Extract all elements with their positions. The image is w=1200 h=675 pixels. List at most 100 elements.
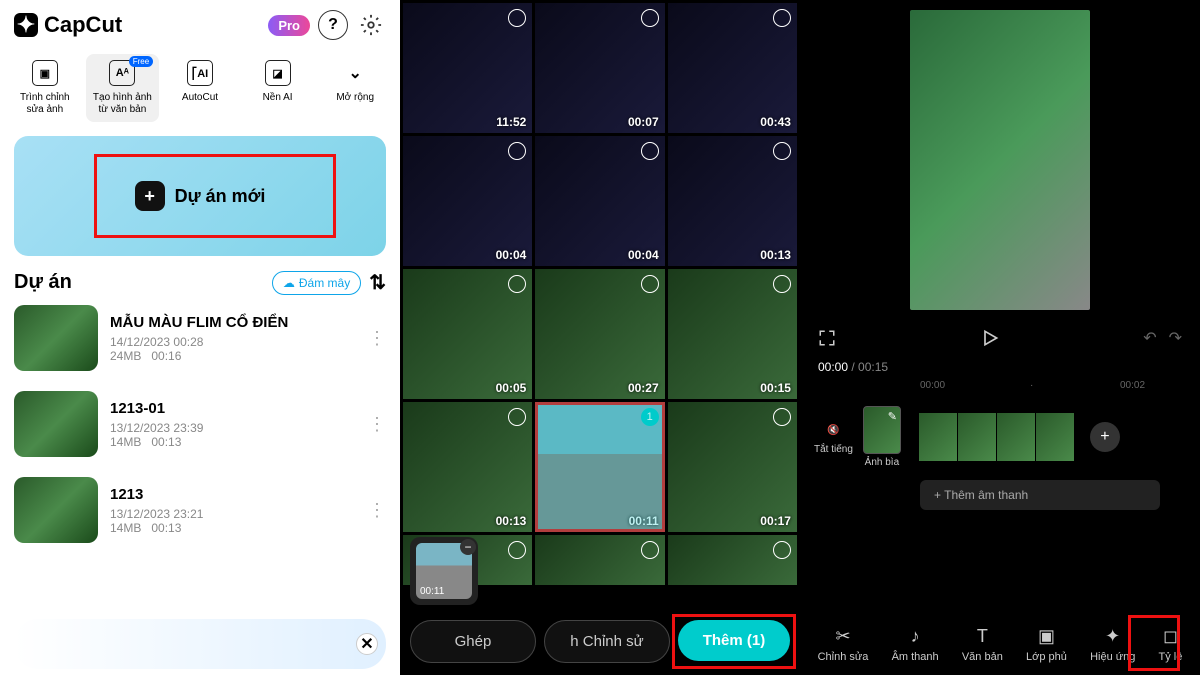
tool-hiệu-ứng[interactable]: ✦ Hiệu ứng [1084,621,1141,667]
play-icon[interactable] [980,328,1000,348]
fullscreen-icon[interactable] [818,329,836,347]
media-cell[interactable]: 11:52 [403,3,532,133]
select-circle[interactable] [773,9,791,27]
select-circle[interactable] [508,541,526,559]
media-cell[interactable]: 00:04 [535,136,664,266]
project-list: MẪU MÀU FLIM CỔ ĐIỂN 14/12/2023 00:28 24… [0,295,400,553]
tool-autocut[interactable]: ⎡AIAutoCut [163,54,237,122]
tool-label: Âm thanh [892,651,939,663]
tool-lớp-phủ[interactable]: ▣Lớp phủ [1020,621,1073,667]
media-cell[interactable]: 00:04 [403,136,532,266]
duration-label: 00:07 [628,115,659,129]
tool-icon: ♪ [911,625,920,647]
select-circle[interactable] [773,408,791,426]
project-title: 1213 [110,486,356,503]
preview-image[interactable] [910,10,1090,310]
more-icon[interactable]: ⋮ [368,500,386,521]
media-cell[interactable] [535,535,664,585]
add-audio-track[interactable]: + Thêm âm thanh [920,480,1160,510]
select-circle[interactable] [773,142,791,160]
select-circle[interactable] [508,275,526,293]
undo-icon[interactable]: ↶ [1143,328,1156,348]
add-clip-icon[interactable]: + [1090,422,1120,452]
more-icon[interactable]: ⋮ [368,328,386,349]
media-cell[interactable]: 00:07 [535,3,664,133]
select-circle[interactable] [773,541,791,559]
select-circle[interactable] [641,9,659,27]
project-item[interactable]: 1213-01 13/12/2023 23:39 14MB 00:13 ⋮ [0,381,400,467]
project-meta: 14MB 00:13 [110,521,356,535]
media-cell[interactable]: 00:13 [668,136,797,266]
media-picker: 11:5200:0700:4300:0400:0400:1300:0500:27… [400,0,800,675]
tool-icon: ✦ [1105,625,1120,647]
tool-label: Hiệu ứng [1090,651,1135,663]
cover-button[interactable]: ✎Ảnh bìa [863,406,901,468]
media-cell[interactable]: 00:13 [403,402,532,532]
help-icon[interactable]: ? [318,10,348,40]
select-circle[interactable] [508,408,526,426]
cloud-button[interactable]: ☁ Đám mây [272,271,361,295]
select-circle[interactable] [641,275,659,293]
duration-label: 00:04 [496,248,527,262]
project-title: 1213-01 [110,400,356,417]
new-project-label: Dự án mới [175,186,266,207]
media-cell[interactable]: 00:43 [668,3,797,133]
app-name: CapCut [44,12,122,38]
tool-label: Chỉnh sửa [818,651,869,663]
duration-label: 00:13 [760,248,791,262]
edit-button[interactable]: h Chỉnh sử [544,620,670,663]
bottom-banner[interactable]: ✕ [14,619,386,669]
tool-ai-bg[interactable]: ◪Nền AI [241,54,315,122]
close-icon[interactable]: ✕ [356,633,378,655]
select-circle[interactable] [641,142,659,160]
select-circle[interactable]: 1 [641,408,659,426]
clip[interactable] [919,413,957,461]
media-grid: 11:5200:0700:4300:0400:0400:1300:0500:27… [400,0,800,588]
select-circle[interactable] [508,142,526,160]
media-cell[interactable] [668,535,797,585]
media-cell[interactable]: 00:17 [668,402,797,532]
timeline-ruler[interactable]: 00:00 · 00:02 [800,378,1200,398]
remove-icon[interactable]: − [460,539,476,555]
new-project-button[interactable]: + Dự án mới [14,136,386,256]
media-cell[interactable]: 100:11 [535,402,664,532]
select-circle[interactable] [641,541,659,559]
tool-text-to-image[interactable]: FreeAᴬTạo hình ảnh từ văn bản [86,54,160,122]
clip-duration: 00:11 [420,586,444,597]
sort-icon[interactable]: ⇅ [369,270,386,295]
logo-icon: ✦ [14,13,38,37]
merge-button[interactable]: Ghép [410,620,536,663]
tool-icon: ✂ [835,625,850,647]
media-cell[interactable]: 00:15 [668,269,797,399]
project-thumb [14,477,98,543]
media-cell[interactable]: 00:27 [535,269,664,399]
clip-strip[interactable] [919,413,1074,461]
media-cell[interactable]: 00:05 [403,269,532,399]
home-screen: ✦ CapCut Pro ? ▣Trình chỉnh sửa ảnh Free… [0,0,400,675]
pro-badge[interactable]: Pro [268,15,310,36]
project-item[interactable]: 1213 13/12/2023 23:21 14MB 00:13 ⋮ [0,467,400,553]
redo-icon[interactable]: ↷ [1169,328,1182,348]
project-item[interactable]: MẪU MÀU FLIM CỔ ĐIỂN 14/12/2023 00:28 24… [0,295,400,381]
more-icon[interactable]: ⋮ [368,414,386,435]
tool-expand[interactable]: ⌄Mở rộng [318,54,392,122]
video-track: 🔇Tắt tiếng ✎Ảnh bìa + [800,398,1200,476]
tool-văn-bản[interactable]: TVăn bản [956,621,1009,667]
settings-icon[interactable] [356,10,386,40]
duration-label: 00:05 [496,381,527,395]
plus-icon: + [135,181,165,211]
mute-button[interactable]: 🔇Tắt tiếng [814,419,853,455]
clip[interactable] [997,413,1035,461]
add-button[interactable]: Thêm (1) [678,620,790,661]
clip[interactable] [1036,413,1074,461]
duration-label: 00:15 [760,381,791,395]
tool-âm-thanh[interactable]: ♪ Âm thanh [886,621,945,667]
tool-tỷ-lệ[interactable]: ◻Tỷ lệ [1153,621,1189,667]
select-circle[interactable] [773,275,791,293]
clip[interactable] [958,413,996,461]
tool-icon: ▣ [1038,625,1055,647]
tool-chỉnh-sửa[interactable]: ✂ Chỉnh sửa [812,621,875,667]
select-circle[interactable] [508,9,526,27]
tool-photo-editor[interactable]: ▣Trình chỉnh sửa ảnh [8,54,82,122]
selected-clip[interactable]: − 00:11 [416,543,472,599]
